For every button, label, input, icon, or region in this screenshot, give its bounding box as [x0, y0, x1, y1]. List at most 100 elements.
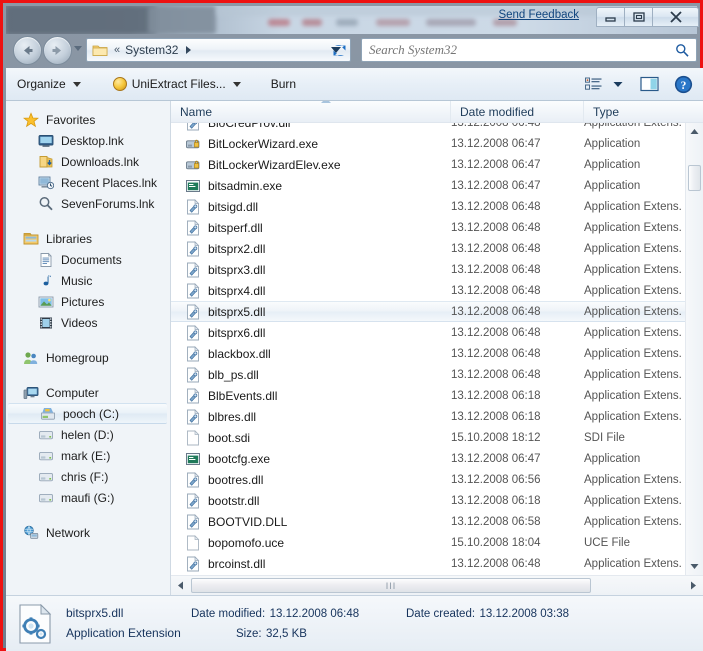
table-row[interactable]: brcoinst.dll 13.12.2008 06:48 Application …: [171, 553, 685, 574]
table-row[interactable]: blbres.dll 13.12.2008 06:18 Application Ex…: [171, 406, 685, 427]
drive-icon: [39, 493, 53, 502]
vertical-scrollbar[interactable]: [685, 123, 703, 575]
date-modified-cell: 13.12.2008 06:47: [451, 452, 541, 465]
details-file-kind: Application Extension: [66, 625, 181, 640]
sidebar-item-documents[interactable]: Documents: [6, 249, 170, 270]
address-overflow-chevrons[interactable]: «: [114, 44, 120, 56]
close-button[interactable]: [652, 7, 699, 27]
sidebar-item-favorites[interactable]: Favorites: [6, 109, 170, 130]
search-icon[interactable]: [675, 43, 689, 57]
recent-pages-button[interactable]: [74, 46, 82, 51]
change-view-dropdown[interactable]: [609, 72, 627, 96]
table-row[interactable]: boot.sdi 15.10.2008 18:12 SDI File: [171, 427, 685, 448]
sidebar-item-videos[interactable]: Videos: [6, 312, 170, 333]
file-rows[interactable]: BioCredProv.dll13.12.2008 06:48Applicati…: [171, 123, 685, 575]
help-button[interactable]: ?: [669, 72, 697, 96]
table-row[interactable]: BlbEvents.dll 13.12.2008 06:18 Application…: [171, 385, 685, 406]
table-row[interactable]: bitsigd.dll 13.12.2008 06:48 Application E…: [171, 196, 685, 217]
scroll-left-button[interactable]: [172, 577, 189, 594]
sidebar-item-pooch-c[interactable]: pooch (C:): [8, 403, 167, 424]
videos-icon: [40, 317, 52, 328]
send-feedback-link[interactable]: Send Feedback: [498, 9, 579, 21]
column-header-name[interactable]: Name: [171, 101, 451, 122]
search-input[interactable]: [362, 41, 675, 59]
search-box[interactable]: [361, 38, 697, 62]
file-name-text: BOOTVID.DLL: [208, 514, 288, 529]
breadcrumb-system32[interactable]: System32: [125, 43, 178, 57]
dll-icon: [187, 303, 200, 319]
sidebar-item-downloads[interactable]: Downloads.lnk: [6, 151, 170, 172]
details-date-created: Date created: 13.12.2008 03:38: [406, 604, 569, 622]
organize-label: Organize: [17, 77, 66, 91]
table-row[interactable]: bootres.dll 13.12.2008 06:56 Application E…: [171, 469, 685, 490]
back-button[interactable]: [13, 36, 42, 65]
sidebar-item-music[interactable]: Music: [6, 270, 170, 291]
table-row[interactable]: bopomofo.uce 15.10.2008 18:04 UCE File: [171, 532, 685, 553]
table-row[interactable]: BitLockerWizard.exe 13.12.2008 06:47 Appli…: [171, 133, 685, 154]
file-name-text: bitsprx2.dll: [208, 241, 266, 256]
sidebar-item-mark-e[interactable]: mark (E:): [6, 445, 170, 466]
forward-button[interactable]: [43, 36, 72, 65]
breadcrumb-arrow-icon[interactable]: [186, 46, 192, 54]
refresh-button[interactable]: [328, 40, 350, 60]
sidebar-item-helen-d[interactable]: helen (D:): [6, 424, 170, 445]
scroll-right-button[interactable]: [685, 577, 702, 594]
help-icon: ?: [674, 75, 692, 93]
date-modified-cell: 13.12.2008 06:18: [451, 389, 541, 402]
table-row[interactable]: bitsprx6.dll 13.12.2008 06:48 Application …: [171, 322, 685, 343]
minimize-button[interactable]: [596, 7, 625, 27]
table-row[interactable]: bootcfg.exe 13.12.2008 06:47 Application: [171, 448, 685, 469]
horizontal-scrollbar-thumb[interactable]: III: [191, 578, 591, 593]
sidebar-item-pictures[interactable]: Pictures: [6, 291, 170, 312]
table-row[interactable]: BOOTVID.DLL 13.12.2008 06:58 Application E…: [171, 511, 685, 532]
table-row[interactable]: blb_ps.dll 13.12.2008 06:48 Application Ex…: [171, 364, 685, 385]
column-header-date-modified[interactable]: Date modified: [451, 101, 584, 122]
sidebar-item-maufi-g[interactable]: maufi (G:): [6, 487, 170, 508]
nav-group-libraries: Libraries Documents Music Pictures Video…: [6, 228, 170, 333]
table-row[interactable]: bitsprx4.dll 13.12.2008 06:48 Application …: [171, 280, 685, 301]
organize-button[interactable]: Organize: [10, 73, 88, 95]
maximize-button[interactable]: [624, 7, 653, 27]
sidebar-item-homegroup[interactable]: Homegroup: [6, 347, 170, 368]
file-list-pane[interactable]: Name Date modified Type BioCredProv.dll 1…: [171, 101, 703, 595]
table-row[interactable]: bitsperf.dll 13.12.2008 06:48 Application …: [171, 217, 685, 238]
details-date-modified-label: Date modified:: [191, 607, 266, 620]
change-view-button[interactable]: [579, 72, 607, 96]
details-date-created-label: Date created:: [406, 607, 476, 620]
sidebar-item-chris-f[interactable]: chris (F:): [6, 466, 170, 487]
scroll-up-button[interactable]: [686, 123, 703, 140]
column-label: Date modified: [460, 104, 535, 119]
table-row[interactable]: bitsprx3.dll 13.12.2008 06:48 Application …: [171, 259, 685, 280]
table-row[interactable]: bitsprx2.dll 13.12.2008 06:48 Application …: [171, 238, 685, 259]
horizontal-scrollbar[interactable]: III: [171, 575, 703, 595]
sidebar-item-sevenforums[interactable]: SevenForums.lnk: [6, 193, 170, 214]
scroll-down-button[interactable]: [686, 558, 703, 575]
sidebar-item-computer[interactable]: Computer: [6, 382, 170, 403]
date-modified-cell: 13.12.2008 06:48: [451, 347, 541, 360]
vertical-scrollbar-thumb[interactable]: [688, 165, 701, 191]
type-cell: UCE File: [584, 536, 631, 549]
preview-pane-button[interactable]: [635, 72, 663, 96]
date-modified-cell: 13.12.2008 06:48: [451, 557, 541, 570]
file-name-text: bitsadmin.exe: [208, 178, 283, 193]
column-header-type[interactable]: Type: [584, 101, 703, 122]
sidebar-item-network[interactable]: Network: [6, 522, 170, 543]
burn-button[interactable]: Burn: [264, 73, 303, 95]
sidebar-label: Libraries: [46, 231, 93, 246]
sidebar-item-libraries[interactable]: Libraries: [6, 228, 170, 249]
table-row[interactable]: BitLockerWizardElev.exe 13.12.2008 06:47 A…: [171, 154, 685, 175]
navigation-pane[interactable]: Favorites Desktop.lnk Downloads.lnk Rece…: [6, 101, 171, 595]
libraries-icon: [23, 232, 39, 244]
burn-label: Burn: [270, 77, 297, 91]
sidebar-item-desktop[interactable]: Desktop.lnk: [6, 130, 170, 151]
uniextract-files-button[interactable]: UniExtract Files...: [106, 73, 248, 95]
table-row[interactable]: BioCredProv.dll 13.12.2008 06:48Applicati…: [171, 123, 685, 133]
address-bar[interactable]: « System32: [86, 38, 351, 62]
sidebar-item-recent-places[interactable]: Recent Places.lnk: [6, 172, 170, 193]
type-cell: Application Extens.: [584, 473, 682, 486]
table-row[interactable]: bitsprx5.dll 13.12.2008 06:48 Application …: [171, 301, 685, 322]
table-row[interactable]: bitsadmin.exe 13.12.2008 06:47 Application: [171, 175, 685, 196]
file-name-text: bootstr.dll: [208, 493, 260, 508]
table-row[interactable]: bootstr.dll 13.12.2008 06:18 Application E…: [171, 490, 685, 511]
table-row[interactable]: blackbox.dll 13.12.2008 06:48 Application …: [171, 343, 685, 364]
